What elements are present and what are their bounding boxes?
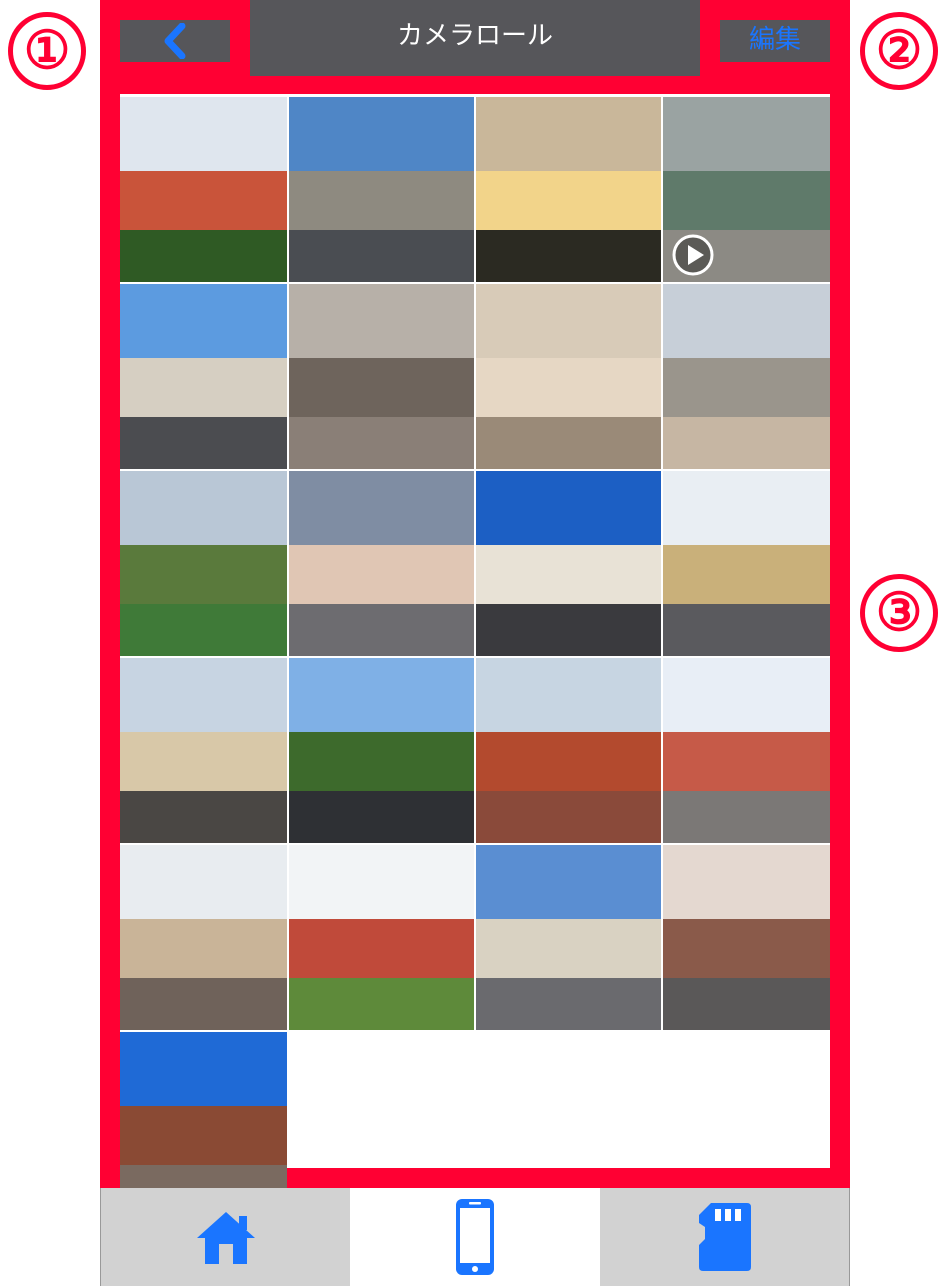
photo-ground xyxy=(289,978,474,1030)
page-title: カメラロール xyxy=(396,21,553,51)
photo-sky xyxy=(663,284,830,368)
photo-ground xyxy=(289,417,474,469)
photo-midground xyxy=(120,919,287,984)
photo-thumbnail[interactable] xyxy=(663,658,830,843)
photo-thumbnail[interactable] xyxy=(289,845,474,1030)
photo-midground xyxy=(476,732,661,797)
photo-thumbnail[interactable] xyxy=(476,284,661,469)
smartphone-icon xyxy=(456,1199,494,1275)
photo-sky xyxy=(289,97,474,181)
photo-ground xyxy=(476,230,661,282)
callout-1: ① xyxy=(8,12,86,90)
photo-ground xyxy=(289,791,474,843)
photo-thumbnail[interactable] xyxy=(120,284,287,469)
photo-sky xyxy=(663,97,830,181)
photo-sky xyxy=(120,97,287,181)
photo-midground xyxy=(120,171,287,236)
photo-midground xyxy=(289,358,474,423)
edit-button[interactable]: 編集 xyxy=(720,20,830,62)
photo-sky xyxy=(476,284,661,368)
photo-sky xyxy=(120,471,287,555)
home-icon xyxy=(196,1212,255,1264)
photo-ground xyxy=(663,791,830,843)
photo-thumbnail[interactable] xyxy=(476,97,661,282)
photo-thumbnail[interactable] xyxy=(663,97,830,282)
photo-sky xyxy=(476,845,661,929)
photo-sky xyxy=(289,284,474,368)
photo-thumbnail[interactable] xyxy=(289,97,474,282)
photo-grid xyxy=(120,97,830,1217)
photo-midground xyxy=(476,358,661,423)
photo-sky xyxy=(120,845,287,929)
photo-midground xyxy=(476,545,661,610)
tab-bar xyxy=(100,1188,850,1286)
photo-midground xyxy=(120,732,287,797)
photo-ground xyxy=(476,791,661,843)
photo-thumbnail[interactable] xyxy=(289,284,474,469)
photo-midground xyxy=(663,545,830,610)
photo-grid-area xyxy=(120,94,830,1217)
photo-ground xyxy=(120,604,287,656)
photo-ground xyxy=(663,978,830,1030)
photo-sky xyxy=(663,845,830,929)
photo-midground xyxy=(289,545,474,610)
photo-sky xyxy=(663,658,830,742)
photo-thumbnail[interactable] xyxy=(663,845,830,1030)
photo-midground xyxy=(289,919,474,984)
photo-ground xyxy=(476,978,661,1030)
photo-thumbnail[interactable] xyxy=(120,97,287,282)
photo-midground xyxy=(476,919,661,984)
photo-midground xyxy=(663,358,830,423)
callout-3: ③ xyxy=(860,574,938,652)
back-button[interactable] xyxy=(120,20,230,62)
photo-sky xyxy=(289,658,474,742)
photo-midground xyxy=(663,171,830,236)
tab-sd-card[interactable] xyxy=(600,1188,849,1286)
photo-ground xyxy=(289,604,474,656)
play-icon xyxy=(672,234,714,276)
photo-ground xyxy=(663,604,830,656)
photo-thumbnail[interactable] xyxy=(663,284,830,469)
photo-sky xyxy=(289,471,474,555)
photo-thumbnail[interactable] xyxy=(476,658,661,843)
tab-device[interactable] xyxy=(350,1188,600,1286)
callout-2: ② xyxy=(860,12,938,90)
photo-sky xyxy=(663,471,830,555)
photo-midground xyxy=(289,171,474,236)
photo-thumbnail[interactable] xyxy=(289,658,474,843)
photo-thumbnail[interactable] xyxy=(120,658,287,843)
photo-sky xyxy=(120,1032,287,1116)
photo-thumbnail[interactable] xyxy=(120,471,287,656)
photo-ground xyxy=(289,230,474,282)
photo-ground xyxy=(120,417,287,469)
tab-home[interactable] xyxy=(101,1188,350,1286)
photo-midground xyxy=(120,358,287,423)
photo-sky xyxy=(476,658,661,742)
photo-midground xyxy=(663,919,830,984)
chevron-left-icon xyxy=(164,23,186,59)
photo-thumbnail[interactable] xyxy=(120,845,287,1030)
photo-sky xyxy=(120,658,287,742)
photo-midground xyxy=(663,732,830,797)
photo-ground xyxy=(476,417,661,469)
sd-card-icon xyxy=(698,1203,751,1271)
photo-midground xyxy=(476,171,661,236)
photo-sky xyxy=(120,284,287,368)
photo-sky xyxy=(289,845,474,929)
photo-midground xyxy=(120,1106,287,1171)
photo-ground xyxy=(476,604,661,656)
photo-midground xyxy=(120,545,287,610)
photo-sky xyxy=(476,97,661,181)
photo-ground xyxy=(120,978,287,1030)
photo-ground xyxy=(120,791,287,843)
photo-thumbnail[interactable] xyxy=(663,471,830,656)
photo-thumbnail[interactable] xyxy=(289,471,474,656)
photo-thumbnail[interactable] xyxy=(476,845,661,1030)
photo-ground xyxy=(120,230,287,282)
photo-thumbnail[interactable] xyxy=(476,471,661,656)
photo-sky xyxy=(476,471,661,555)
photo-ground xyxy=(663,417,830,469)
photo-midground xyxy=(289,732,474,797)
